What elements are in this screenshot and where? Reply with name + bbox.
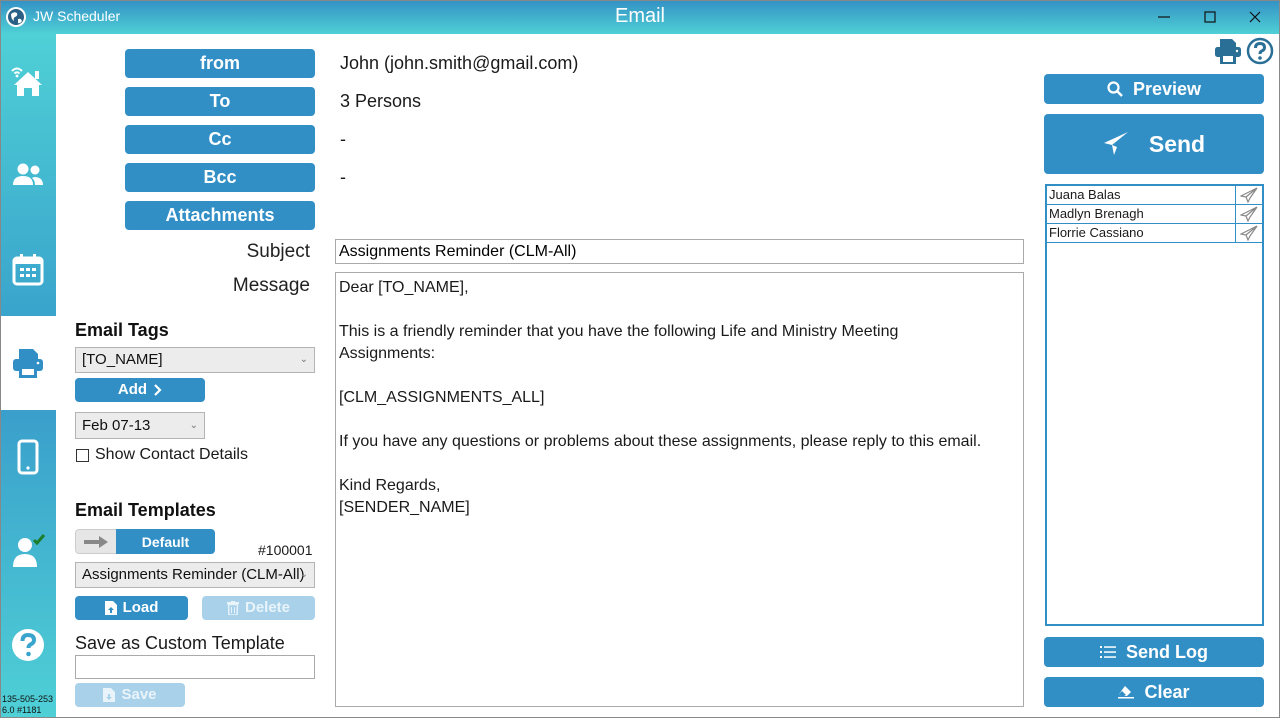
recipients-list[interactable]: Juana Balas Madlyn Brenagh Florrie Cassi… xyxy=(1045,184,1264,626)
clear-label: Clear xyxy=(1144,681,1190,702)
sidebar-item-user-check[interactable] xyxy=(0,504,56,598)
search-icon xyxy=(1107,81,1123,97)
user-check-icon xyxy=(13,534,46,567)
trash-icon xyxy=(226,601,239,615)
attachments-button[interactable]: Attachments xyxy=(125,201,315,230)
preview-label: Preview xyxy=(1132,78,1202,99)
save-label: Save xyxy=(121,686,157,703)
send-label: Send xyxy=(1148,130,1206,157)
custom-template-input[interactable] xyxy=(75,655,315,679)
paper-plane-outline-icon xyxy=(1240,206,1258,222)
send-button[interactable]: Send xyxy=(1044,114,1264,174)
template-source-toggle[interactable]: Default xyxy=(75,529,215,554)
close-button[interactable] xyxy=(1233,4,1277,30)
custom-template-heading: Save as Custom Template xyxy=(75,633,285,653)
message-label: Message xyxy=(232,275,310,296)
list-item[interactable]: Juana Balas xyxy=(1047,186,1262,205)
file-download-icon xyxy=(103,688,116,702)
version-number: 6.0 #1181 xyxy=(2,705,42,715)
device-id: 135-505-253 xyxy=(2,694,54,704)
message-textarea[interactable]: Dear [TO_NAME], This is a friendly remin… xyxy=(335,272,1024,707)
template-id: #100001 xyxy=(258,542,313,558)
template-select[interactable]: Assignments Reminder (CLM-All) ⌄ xyxy=(75,562,315,588)
paper-plane-outline-icon xyxy=(1240,225,1258,241)
to-value: 3 Persons xyxy=(340,91,422,111)
send-individual-button[interactable] xyxy=(1236,186,1262,204)
to-button[interactable]: To xyxy=(125,87,315,116)
send-individual-button[interactable] xyxy=(1236,205,1262,223)
save-template-button[interactable]: Save xyxy=(75,683,185,707)
maximize-icon xyxy=(1204,11,1216,23)
mobile-icon xyxy=(17,439,39,475)
list-icon xyxy=(1100,646,1116,658)
load-label: Load xyxy=(122,599,159,616)
paper-plane-outline-icon xyxy=(1240,187,1258,203)
bcc-button[interactable]: Bcc xyxy=(125,163,315,192)
minimize-button[interactable] xyxy=(1142,4,1186,30)
paper-plane-icon xyxy=(1103,132,1128,155)
toggle-default-label: Default xyxy=(116,529,215,554)
subject-input[interactable] xyxy=(335,239,1024,264)
show-contact-details-label: Show Contact Details xyxy=(95,446,248,463)
week-select[interactable]: Feb 07-13 ⌄ xyxy=(75,412,205,439)
email-templates-heading: Email Templates xyxy=(75,500,216,520)
help-icon xyxy=(12,629,44,661)
email-tags-heading: Email Tags xyxy=(75,320,169,340)
maximize-button[interactable] xyxy=(1188,4,1232,30)
email-tag-select[interactable]: [TO_NAME] ⌄ xyxy=(75,347,315,373)
sidebar-item-mobile[interactable] xyxy=(0,410,56,504)
add-tag-label: Add xyxy=(117,381,148,398)
title-bar: JW Scheduler Email xyxy=(0,0,1280,34)
bcc-value: - xyxy=(340,167,346,187)
subject-label: Subject xyxy=(246,241,310,262)
cc-value: - xyxy=(340,129,346,149)
delete-label: Delete xyxy=(244,599,291,616)
send-log-label: Send Log xyxy=(1126,641,1208,662)
version-info: 135-505-253 6.0 #1181 xyxy=(2,694,53,716)
eraser-icon xyxy=(1118,686,1135,699)
email-tag-selected: [TO_NAME] xyxy=(82,351,163,368)
delete-template-button[interactable]: Delete xyxy=(202,596,315,620)
home-wifi-icon xyxy=(11,67,42,96)
list-item[interactable]: Madlyn Brenagh xyxy=(1047,205,1262,224)
calendar-icon xyxy=(12,254,44,286)
sidebar: 135-505-253 6.0 #1181 xyxy=(0,34,56,718)
send-log-button[interactable]: Send Log xyxy=(1044,637,1264,667)
show-contact-details-checkbox[interactable]: Show Contact Details xyxy=(76,446,248,464)
recipient-name: Madlyn Brenagh xyxy=(1047,205,1236,223)
send-individual-button[interactable] xyxy=(1236,224,1262,242)
sidebar-item-people[interactable] xyxy=(0,128,56,222)
close-icon xyxy=(1249,11,1261,23)
recipient-name: Florrie Cassiano xyxy=(1047,224,1236,242)
minimize-icon xyxy=(1158,16,1170,18)
preview-button[interactable]: Preview xyxy=(1044,74,1264,104)
printer-icon[interactable] xyxy=(1214,37,1242,65)
template-selected: Assignments Reminder (CLM-All) xyxy=(82,566,305,583)
week-selected: Feb 07-13 xyxy=(82,417,151,434)
add-tag-button[interactable]: Add xyxy=(75,378,205,402)
file-upload-icon xyxy=(104,601,117,615)
printer-icon xyxy=(13,349,43,378)
arrow-right-icon xyxy=(84,535,108,548)
chevron-right-icon xyxy=(154,384,162,396)
checkbox-box[interactable] xyxy=(76,448,89,462)
people-icon xyxy=(13,163,43,185)
chevron-down-icon: ⌄ xyxy=(299,354,308,365)
chevron-down-icon: ⌄ xyxy=(299,569,308,580)
sidebar-item-print[interactable] xyxy=(0,316,56,410)
chevron-down-icon: ⌄ xyxy=(189,420,198,431)
help-icon[interactable] xyxy=(1246,37,1274,65)
from-value: John (john.smith@gmail.com) xyxy=(340,53,579,73)
window-title: Email xyxy=(614,5,665,27)
sidebar-item-home[interactable] xyxy=(0,34,56,128)
clear-button[interactable]: Clear xyxy=(1044,677,1264,707)
cc-button[interactable]: Cc xyxy=(125,125,315,154)
from-button[interactable]: from xyxy=(125,49,315,78)
recipient-name: Juana Balas xyxy=(1047,186,1236,204)
load-template-button[interactable]: Load xyxy=(75,596,188,620)
list-item[interactable]: Florrie Cassiano xyxy=(1047,224,1262,243)
sidebar-item-help[interactable] xyxy=(0,598,56,692)
sidebar-item-calendar[interactable] xyxy=(0,222,56,316)
